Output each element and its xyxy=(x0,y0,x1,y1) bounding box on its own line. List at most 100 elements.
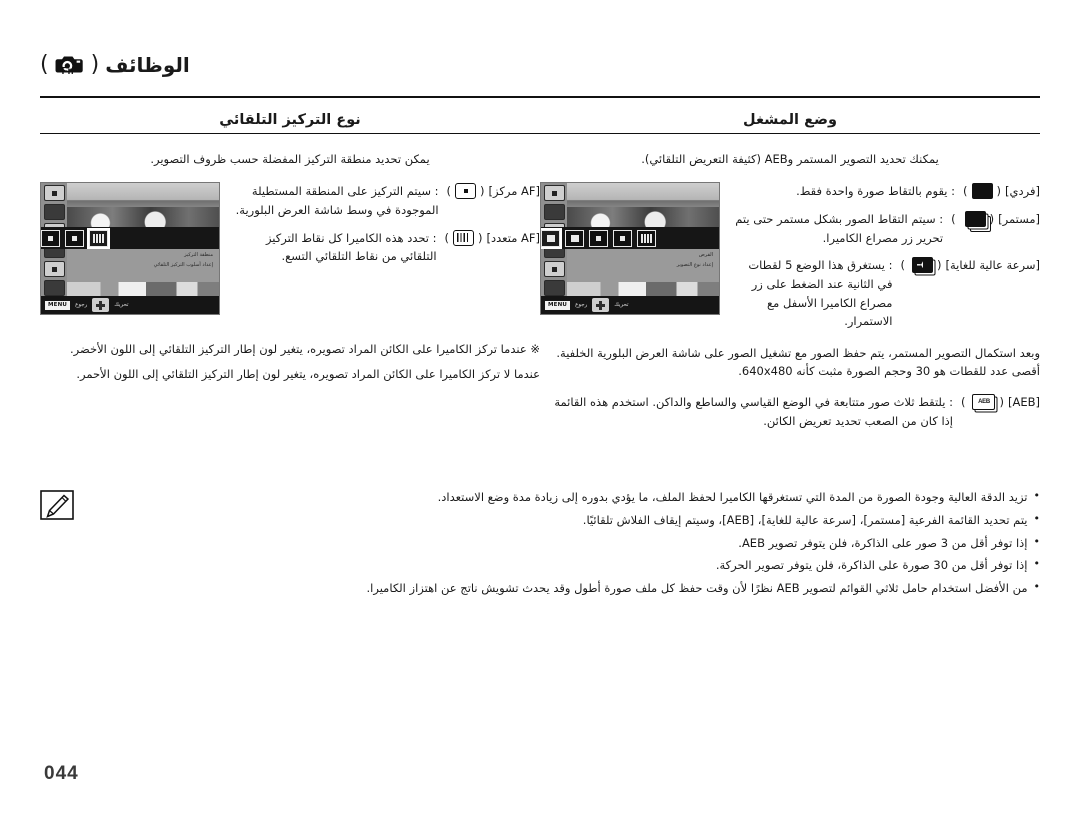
af-lcd-back-label: رجوع xyxy=(75,302,88,309)
lcd-strip-aeb[interactable] xyxy=(637,229,656,247)
af-type-item-multi-key: [AF متعدد] () xyxy=(444,229,540,246)
lcd-dpad-icon[interactable] xyxy=(592,298,610,313)
af-type-item-center: [AF مركز] () : سيتم التركيز على المنطقة … xyxy=(234,182,540,219)
lcd-rail-icon-1 xyxy=(543,185,565,202)
lcd-menu-button[interactable]: MENU xyxy=(545,300,571,310)
page-title: الوظائف xyxy=(105,52,190,77)
drive-mode-media-block: [فردي] () : يقوم بالتقاط صورة واحدة فقط.… xyxy=(540,182,1040,339)
af-lcd-rail-icon-2 xyxy=(43,204,65,221)
paren-open: ( xyxy=(90,52,100,77)
drive-mode-divider xyxy=(540,133,1040,134)
note-pencil-icon xyxy=(40,490,74,520)
lcd-bottom-bar: MENU رجوع تحريك xyxy=(541,296,719,315)
fn-camera-icon: Fn xyxy=(55,53,85,76)
af-lcd-strip-area[interactable] xyxy=(65,229,84,247)
drive-mode-item-aeb-key: [AEB] (AEB) xyxy=(960,394,1040,411)
note-item: • من الأفضل استخدام حامل ثلاثي القوائم ل… xyxy=(86,579,1041,599)
drive-mode-item-single-key: [فردي] () xyxy=(963,183,1040,200)
note-bullet-icon: • xyxy=(1033,557,1041,571)
note-item: • إذا توفر أقل من 3 صور على الذاكرة، فلن… xyxy=(86,534,1040,554)
lcd-back-label: رجوع xyxy=(575,302,588,309)
center-af-label: [AF مركز] xyxy=(488,184,540,199)
drive-mode-lcd-screenshot: القرص إعداد نوع التصوير MENU رجوع تحريك xyxy=(540,182,720,316)
multi-af-label: [AF متعدد] xyxy=(486,230,540,245)
center-af-icon xyxy=(455,183,477,200)
af-type-item-multi-desc: : تحدد هذه الكاميرا كل نقاط التركيز التل… xyxy=(265,230,437,264)
af-lcd-menu-button[interactable]: MENU xyxy=(45,300,71,310)
drive-mode-item-aeb: [AEB] (AEB) : يلتقط ثلاث صور متتابعة في … xyxy=(540,393,1040,430)
note-bullet-icon: • xyxy=(1033,580,1041,594)
drive-mode-item-highspeed-desc: : يستغرق هذا الوضع 5 لقطات في الثانية عن… xyxy=(748,258,893,329)
drive-mode-intro: يمكنك تحديد التصوير المستمر وAEB (كثيفة … xyxy=(641,152,939,166)
lcd-menu-line-2: إعداد نوع التصوير xyxy=(676,261,713,268)
af-type-item-center-desc: : سيتم التركيز على المنطقة المستطيلة الم… xyxy=(235,184,439,218)
af-lcd-mode-strip xyxy=(41,227,219,250)
af-lcd-lower-photo xyxy=(67,282,219,297)
af-type-title: نوع التركيز التلقائي xyxy=(219,112,361,128)
af-lcd-dpad-icon[interactable] xyxy=(92,298,110,313)
af-type-item-center-key: [AF مركز] () xyxy=(446,183,540,200)
drive-mode-item-single-desc: : يقوم بالتقاط صورة واحدة فقط. xyxy=(796,184,956,199)
drive-mode-item-list: [فردي] () : يقوم بالتقاط صورة واحدة فقط.… xyxy=(734,182,1040,339)
header-title-group: الوظائف ( Fn ) xyxy=(40,52,190,77)
drive-mode-item-single: [فردي] () : يقوم بالتقاط صورة واحدة فقط. xyxy=(734,182,1040,201)
drive-mode-continuation-text: وبعد استكمال التصوير المستمر، يتم حفظ ال… xyxy=(556,345,1040,379)
note-item-text: إذا توفر أقل من 30 صورة على الذاكرة، فلن… xyxy=(715,558,1028,573)
af-lcd-preview-photo xyxy=(67,183,219,228)
lcd-strip-continuous[interactable] xyxy=(565,229,584,247)
af-lcd-bottom-bar: MENU رجوع تحريك xyxy=(41,296,219,315)
paren-close: ) xyxy=(40,52,49,77)
drive-mode-item-continuous-key: [مستمر] () xyxy=(951,211,1040,228)
aeb-label: [AEB] xyxy=(1007,395,1040,410)
single-label: [فردي] xyxy=(1005,184,1040,199)
note-item: • يتم تحديد القائمة الفرعية [مستمر]، [سر… xyxy=(86,511,1040,531)
drive-mode-item-continuous-desc: : سيتم التقاط الصور بشكل مستمر حتى يتم ت… xyxy=(735,212,944,245)
lcd-strip-highspeed[interactable] xyxy=(613,229,632,247)
af-type-intro: يمكن تحديد منطقة التركيز المفضلة حسب ظرو… xyxy=(150,152,430,166)
drive-mode-item-highspeed: [سرعة عالية للغاية] () : يستغرق هذا الوض… xyxy=(734,256,1040,331)
af-lcd-strip-multi[interactable] xyxy=(87,227,110,249)
drive-mode-title: وضع المشغل xyxy=(743,112,837,128)
multi-af-icon xyxy=(453,229,475,246)
note-item-text: من الأفضل استخدام حامل ثلاثي القوائم لتص… xyxy=(366,581,1028,596)
drive-mode-item-continuous: [مستمر] () : سيتم التقاط الصور بشكل مستم… xyxy=(734,210,1040,247)
note-item-text: يتم تحديد القائمة الفرعية [مستمر]، [سرعة… xyxy=(582,512,1028,527)
af-lcd-menu-panel: منطقة التركيز إعداد أسلوب التركيز التلقا… xyxy=(67,249,219,285)
af-star-note-2: عندما لا تركز الكاميرا على الكائن المراد… xyxy=(76,366,540,381)
lcd-strip-motion[interactable] xyxy=(589,229,608,247)
af-lcd-menu-line-1: منطقة التركيز xyxy=(184,252,213,259)
af-type-lcd-screenshot: منطقة التركيز إعداد أسلوب التركيز التلقا… xyxy=(40,182,220,316)
lcd-rail-icon-6 xyxy=(543,280,565,297)
note-item-text: تزيد الدقة العالية وجودة الصورة من المدة… xyxy=(437,490,1028,504)
lcd-strip-single[interactable] xyxy=(541,227,562,249)
af-lcd-strip-center[interactable] xyxy=(41,229,60,247)
lcd-lower-photo xyxy=(567,282,719,297)
svg-text:Fn: Fn xyxy=(61,66,73,76)
continuous-shot-icon xyxy=(964,211,986,228)
lcd-rail-icon-2 xyxy=(543,204,565,221)
note-bullet-icon: • xyxy=(1033,489,1041,502)
notes-section: • تزيد الدقة العالية وجودة الصورة من الم… xyxy=(40,488,1040,602)
lcd-mode-strip xyxy=(541,227,719,250)
note-bullet-icon: • xyxy=(1033,511,1041,525)
af-type-item-multi: [AF متعدد] () : تحدد هذه الكاميرا كل نقا… xyxy=(234,229,540,266)
drive-mode-item-highspeed-key: [سرعة عالية للغاية] () xyxy=(900,257,1040,274)
af-star-note-1: ※ عندما تركز الكاميرا على الكائن المراد … xyxy=(70,342,540,357)
page-number: 044 xyxy=(44,763,79,784)
lcd-move-label: تحريك xyxy=(614,302,629,309)
high-speed-icon xyxy=(911,257,933,274)
aeb-icon: AEB xyxy=(972,394,996,411)
af-lcd-menu-line-2: إعداد أسلوب التركيز التلقائي xyxy=(153,261,213,268)
note-bullet-icon: • xyxy=(1033,534,1041,548)
note-item: • إذا توفر أقل من 30 صورة على الذاكرة، ف… xyxy=(86,556,1040,576)
lcd-menu-panel: القرص إعداد نوع التصوير xyxy=(567,249,719,285)
af-lcd-rail-icon-5 xyxy=(43,261,65,278)
column-af-type: نوع التركيز التلقائي يمكن تحديد منطقة ال… xyxy=(40,112,540,384)
header-divider xyxy=(40,96,1040,98)
lcd-preview-photo xyxy=(567,183,719,228)
af-lcd-rail-icon-6 xyxy=(43,280,65,297)
single-shot-icon xyxy=(971,183,993,200)
af-type-divider xyxy=(40,133,540,134)
note-item-text: إذا توفر أقل من 3 صور على الذاكرة، فلن ي… xyxy=(738,535,1028,550)
notes-list: • تزيد الدقة العالية وجودة الصورة من الم… xyxy=(86,488,1041,602)
